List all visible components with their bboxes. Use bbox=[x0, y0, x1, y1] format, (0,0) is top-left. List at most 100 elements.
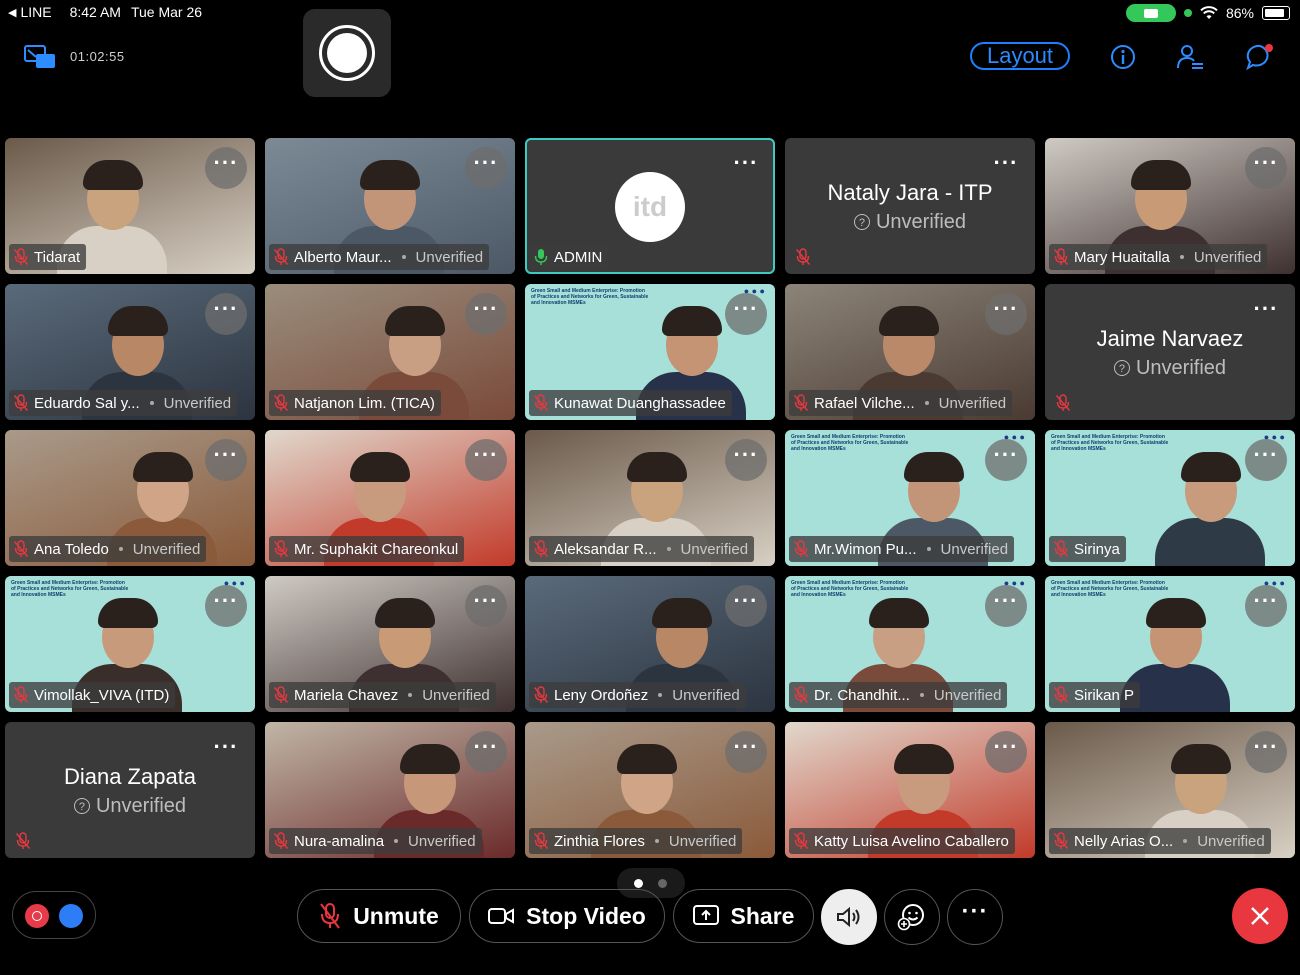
participant-tile[interactable]: Leny Ordoñez Unverified ··· bbox=[525, 576, 775, 712]
unverified-status: ? Unverified bbox=[5, 795, 255, 818]
speaker-button[interactable] bbox=[821, 889, 877, 945]
participant-tile[interactable]: Nataly Jara - ITP? Unverified ··· bbox=[785, 138, 1035, 274]
participant-tile[interactable]: Aleksandar R... Unverified ··· bbox=[525, 430, 775, 566]
separator-dot bbox=[1183, 839, 1188, 843]
participant-tile[interactable]: Natjanon Lim. (TICA) ··· bbox=[265, 284, 515, 420]
tile-more-options-icon[interactable]: ··· bbox=[985, 293, 1027, 335]
tile-more-options-icon[interactable]: ··· bbox=[725, 585, 767, 627]
separator-dot bbox=[1179, 255, 1184, 259]
tile-more-options-icon[interactable]: ··· bbox=[205, 147, 247, 189]
participant-label: Mary Huaitalla Unverified bbox=[1049, 244, 1268, 270]
page-dot-active[interactable] bbox=[634, 879, 643, 888]
tile-more-options-icon[interactable]: ··· bbox=[465, 293, 507, 335]
tile-more-options-icon[interactable]: ··· bbox=[985, 585, 1027, 627]
mic-muted-icon bbox=[13, 540, 29, 558]
participant-tile[interactable]: Green Small and Medium Enterprise: Promo… bbox=[785, 430, 1035, 566]
tile-more-options-icon[interactable]: ··· bbox=[205, 439, 247, 481]
mic-muted-icon bbox=[15, 832, 31, 850]
back-arrow-icon[interactable]: ◀ bbox=[8, 6, 16, 19]
tile-more-options-icon[interactable]: ··· bbox=[725, 731, 767, 773]
unverified-status: Unverified bbox=[1197, 832, 1265, 850]
camera-indicator-dot bbox=[1183, 9, 1192, 17]
participant-name: Leny Ordoñez bbox=[554, 686, 649, 704]
tile-more-options-icon[interactable]: ··· bbox=[465, 439, 507, 481]
participant-tile[interactable]: itd ADMIN ··· bbox=[525, 138, 775, 274]
tile-more-options-icon[interactable]: ··· bbox=[985, 147, 1027, 189]
unmute-button[interactable]: Unmute bbox=[297, 889, 461, 943]
tile-more-options-icon[interactable]: ··· bbox=[1245, 731, 1287, 773]
stop-video-button[interactable]: Stop Video bbox=[469, 889, 665, 943]
mic-muted-icon bbox=[1053, 832, 1069, 850]
participant-label: Sirikan P bbox=[1049, 682, 1141, 708]
unverified-status: Unverified bbox=[940, 540, 1009, 558]
tile-more-options-icon[interactable]: ··· bbox=[725, 439, 767, 481]
participant-tile[interactable]: Mary Huaitalla Unverified ··· bbox=[1045, 138, 1295, 274]
chat-icon[interactable] bbox=[1245, 42, 1275, 72]
reactions-button[interactable] bbox=[884, 889, 940, 945]
tile-more-options-icon[interactable]: ··· bbox=[725, 293, 767, 335]
separator-dot bbox=[658, 693, 663, 697]
participant-tile[interactable]: Green Small and Medium Enterprise: Promo… bbox=[525, 284, 775, 420]
participant-name: Tidarat bbox=[34, 248, 81, 266]
participant-label: Rafael Vilche... Unverified bbox=[789, 390, 1013, 416]
participant-tile[interactable]: Alberto Maur... Unverified ··· bbox=[265, 138, 515, 274]
recording-indicator-icon[interactable] bbox=[25, 904, 49, 928]
participant-tile[interactable]: Eduardo Sal y... Unverified ··· bbox=[5, 284, 255, 420]
end-meeting-button[interactable] bbox=[1232, 888, 1288, 944]
banner-text: Green Small and Medium Enterprise: Promo… bbox=[791, 434, 909, 452]
tile-more-options-icon[interactable]: ··· bbox=[205, 731, 247, 773]
tile-more-options-icon[interactable]: ··· bbox=[205, 293, 247, 335]
mic-muted-icon bbox=[273, 832, 289, 850]
tile-more-options-icon[interactable]: ··· bbox=[465, 731, 507, 773]
tile-more-options-icon[interactable]: ··· bbox=[985, 439, 1027, 481]
screen-share-status-icon[interactable] bbox=[24, 44, 56, 70]
mic-muted-icon bbox=[533, 540, 549, 558]
tile-more-options-icon[interactable]: ··· bbox=[985, 731, 1027, 773]
tile-more-options-icon[interactable]: ··· bbox=[1245, 439, 1287, 481]
participant-tile[interactable]: Rafael Vilche... Unverified ··· bbox=[785, 284, 1035, 420]
info-icon[interactable] bbox=[1108, 42, 1138, 72]
tile-more-options-icon[interactable]: ··· bbox=[205, 585, 247, 627]
participant-tile[interactable]: Nelly Arias O... Unverified ··· bbox=[1045, 722, 1295, 858]
participant-label: Aleksandar R... Unverified bbox=[529, 536, 755, 562]
participant-tile[interactable]: Tidarat ··· bbox=[5, 138, 255, 274]
record-button[interactable] bbox=[303, 9, 391, 97]
participant-name: Natjanon Lim. (TICA) bbox=[294, 394, 435, 412]
tile-more-options-icon[interactable]: ··· bbox=[1245, 147, 1287, 189]
participant-tile[interactable]: Zinthia Flores Unverified ··· bbox=[525, 722, 775, 858]
participant-tile[interactable]: Diana Zapata? Unverified ··· bbox=[5, 722, 255, 858]
banner-text: Green Small and Medium Enterprise: Promo… bbox=[11, 580, 129, 598]
participant-tile[interactable]: Mr. Suphakit Chareonkul ··· bbox=[265, 430, 515, 566]
record-dot-icon bbox=[327, 33, 367, 73]
participant-name: Ana Toledo bbox=[34, 540, 109, 558]
participant-tile[interactable]: Green Small and Medium Enterprise: Promo… bbox=[5, 576, 255, 712]
tile-more-options-icon[interactable]: ··· bbox=[725, 147, 767, 189]
separator-dot bbox=[118, 547, 123, 551]
page-dot[interactable] bbox=[658, 879, 667, 888]
tile-more-options-icon[interactable]: ··· bbox=[465, 147, 507, 189]
tile-more-options-icon[interactable]: ··· bbox=[1245, 585, 1287, 627]
unverified-status: Unverified bbox=[415, 248, 484, 266]
participant-tile[interactable]: Jaime Narvaez? Unverified ··· bbox=[1045, 284, 1295, 420]
participant-tile[interactable]: Green Small and Medium Enterprise: Promo… bbox=[1045, 576, 1295, 712]
shield-icon[interactable] bbox=[59, 904, 83, 928]
participants-icon[interactable] bbox=[1175, 42, 1205, 72]
participant-tile[interactable]: Nura-amalina Unverified ··· bbox=[265, 722, 515, 858]
share-button[interactable]: Share bbox=[673, 889, 814, 943]
back-app-label[interactable]: LINE bbox=[20, 4, 51, 20]
participant-name: Nura-amalina bbox=[294, 832, 385, 850]
security-indicators[interactable] bbox=[12, 891, 96, 939]
participant-tile[interactable]: Ana Toledo Unverified ··· bbox=[5, 430, 255, 566]
tile-more-options-icon[interactable]: ··· bbox=[1245, 293, 1287, 335]
participant-label: Natjanon Lim. (TICA) bbox=[269, 390, 441, 416]
participant-label: Mr. Suphakit Chareonkul bbox=[269, 536, 465, 562]
participant-tile[interactable]: Green Small and Medium Enterprise: Promo… bbox=[785, 576, 1035, 712]
participant-name: Katty Luisa Avelino Caballero bbox=[814, 832, 1009, 850]
participant-name: Mr.Wimon Pu... bbox=[814, 540, 917, 558]
participant-tile[interactable]: Katty Luisa Avelino Caballero ··· bbox=[785, 722, 1035, 858]
layout-button[interactable]: Layout bbox=[970, 42, 1070, 70]
participant-tile[interactable]: Green Small and Medium Enterprise: Promo… bbox=[1045, 430, 1295, 566]
more-options-button[interactable]: ··· bbox=[947, 889, 1003, 945]
tile-more-options-icon[interactable]: ··· bbox=[465, 585, 507, 627]
participant-tile[interactable]: Mariela Chavez Unverified ··· bbox=[265, 576, 515, 712]
